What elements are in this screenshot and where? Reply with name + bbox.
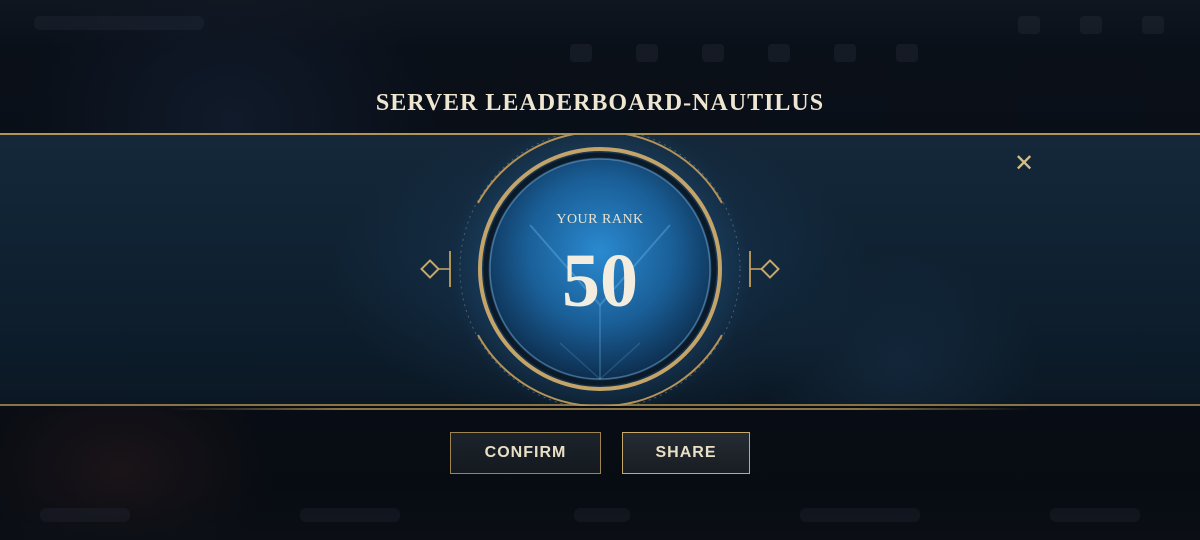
banner-divider [170,408,1030,410]
background-logo [34,16,204,30]
confirm-button[interactable]: CONFIRM [450,432,601,474]
background-tab [300,508,400,522]
background-icon [1080,16,1102,34]
background-icon [1142,16,1164,34]
background-icon [768,44,790,62]
background-tab [1050,508,1140,522]
leaderboard-screen: SERVER LEADERBOARD-NAUTILUS YOUR RANK 50… [0,0,1200,540]
rank-value: 50 [562,239,638,323]
close-button[interactable]: ✕ [1012,152,1036,176]
background-tab [800,508,920,522]
dialog-title: SERVER LEADERBOARD-NAUTILUS [375,90,825,116]
background-icon [896,44,918,62]
background-icon [570,44,592,62]
background-icon [1018,16,1040,34]
rank-label: YOUR RANK [556,212,644,227]
background-icon [834,44,856,62]
close-icon: ✕ [1013,150,1035,177]
background-tab [40,508,130,522]
share-button[interactable]: SHARE [622,432,750,474]
background-tab [574,508,630,522]
background-icon [702,44,724,62]
background-icon [636,44,658,62]
